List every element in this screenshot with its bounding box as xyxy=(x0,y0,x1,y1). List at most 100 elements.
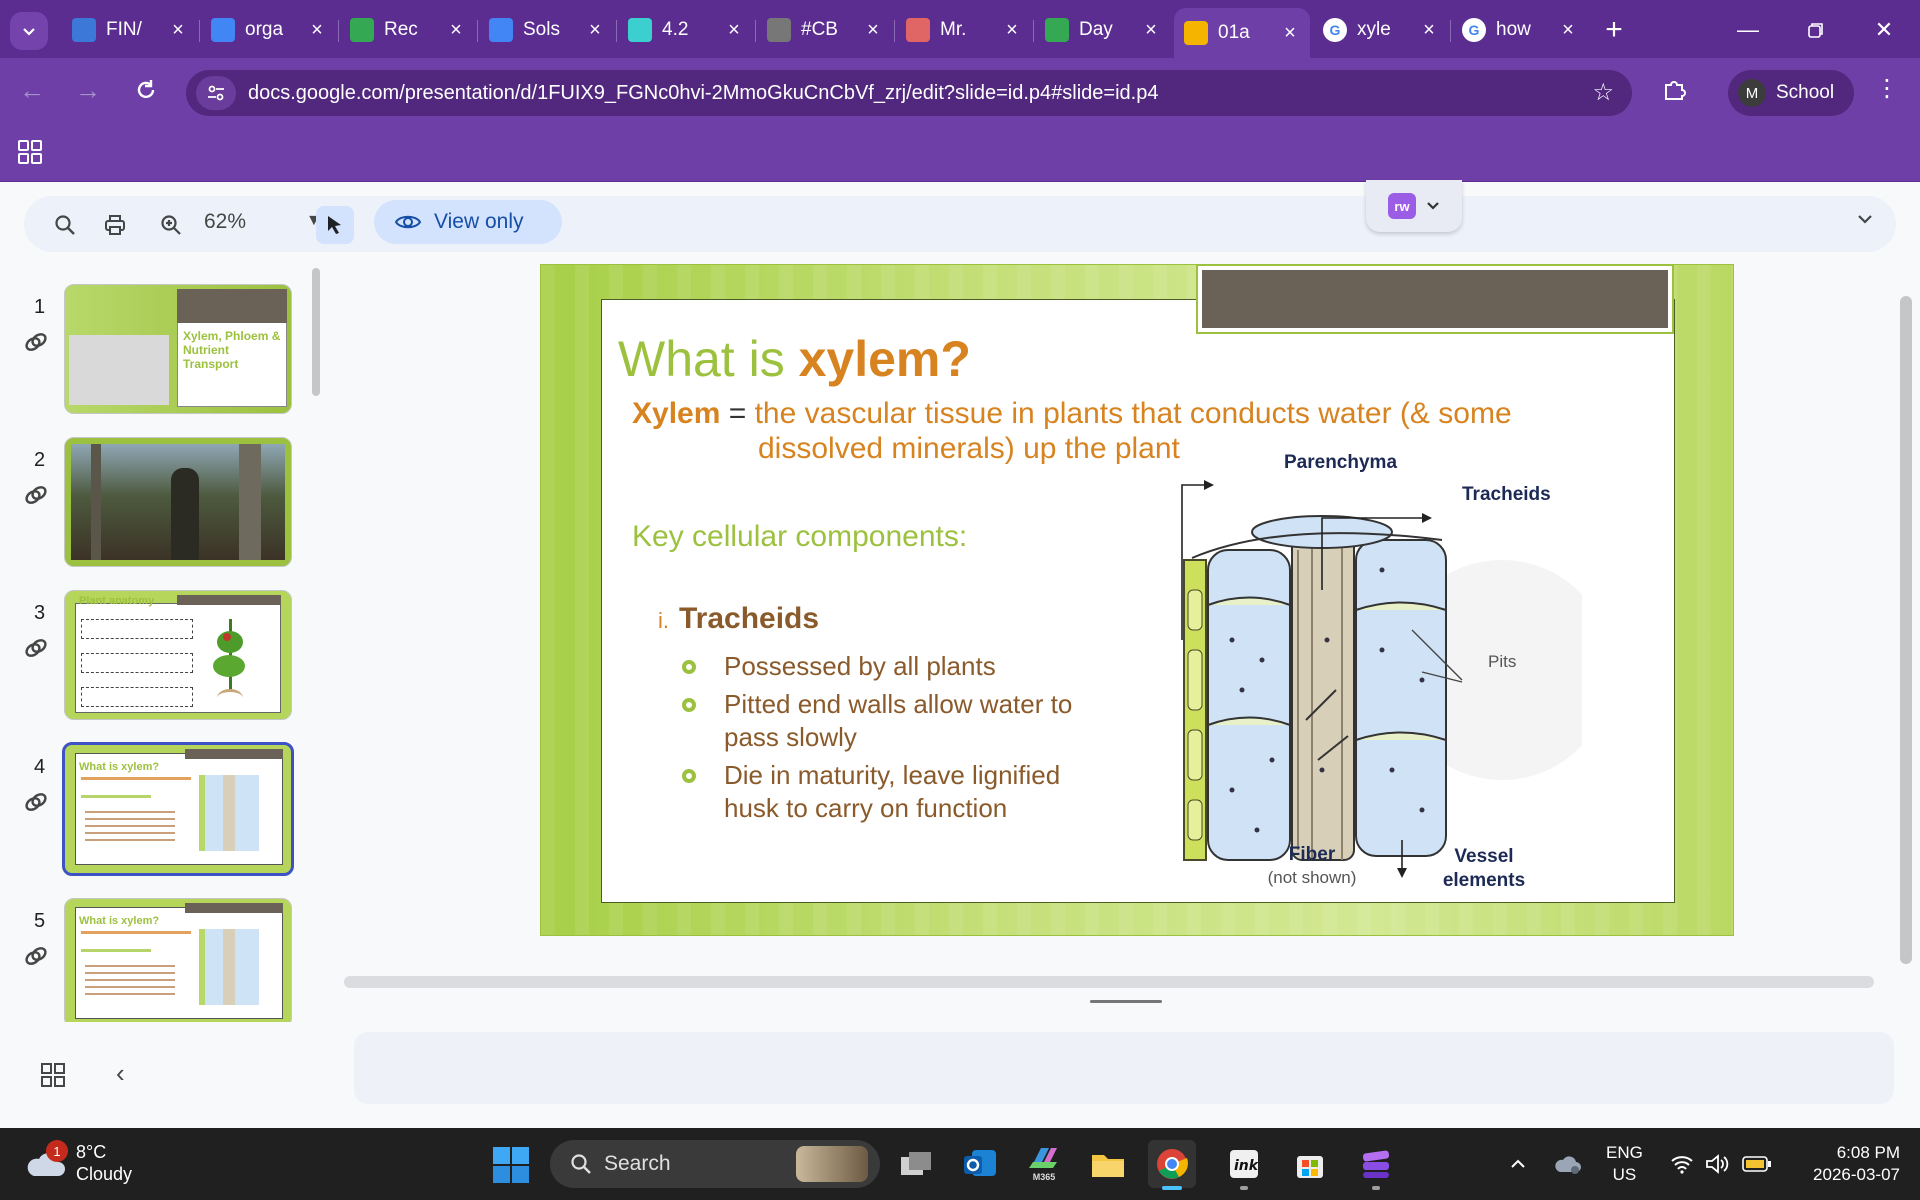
search-icon xyxy=(55,215,75,235)
browser-tab[interactable]: orga × xyxy=(201,8,337,52)
volume-icon[interactable] xyxy=(1704,1128,1730,1200)
minimize-button[interactable]: — xyxy=(1720,10,1776,50)
new-tab-button[interactable]: + xyxy=(1596,12,1632,48)
close-window-button[interactable]: ✕ xyxy=(1856,10,1912,50)
print-button[interactable] xyxy=(96,206,134,244)
tab-label: orga xyxy=(245,19,284,40)
browser-tab[interactable]: #CB × xyxy=(757,8,893,52)
system-clock[interactable]: 6:08 PM 2026-03-07 xyxy=(1790,1142,1900,1186)
notes-resize-handle[interactable] xyxy=(1090,1000,1162,1003)
apps-grid-icon[interactable] xyxy=(16,138,44,166)
close-tab-icon[interactable]: × xyxy=(863,19,883,42)
thumbnail-row-1[interactable]: 1 Xylem, Phloem & Nutrient Transport xyxy=(0,282,330,416)
browser-tab[interactable]: Gxyle × xyxy=(1313,8,1449,52)
browser-tab[interactable]: Day × xyxy=(1035,8,1171,52)
inkscape-icon[interactable]: ink xyxy=(1220,1140,1268,1190)
restore-icon xyxy=(1808,23,1823,38)
link-icon xyxy=(25,333,47,351)
thumbnail-title: Plant anatomy xyxy=(79,595,155,607)
close-tab-icon[interactable]: × xyxy=(307,19,327,42)
link-icon xyxy=(25,793,47,811)
thumbnail-title: Xylem, Phloem & Nutrient Transport xyxy=(183,329,281,371)
bookmark-star-icon[interactable]: ☆ xyxy=(1592,78,1614,107)
clipchamp-icon[interactable] xyxy=(1352,1140,1400,1190)
canvas-vertical-scrollbar[interactable] xyxy=(1900,296,1912,964)
slide-thumbnail[interactable]: What is xylem? xyxy=(64,898,292,1022)
browser-tab[interactable]: Mr. × xyxy=(896,8,1032,52)
restore-button[interactable] xyxy=(1788,10,1844,50)
slide-thumbnail[interactable]: Plant anatomy xyxy=(64,590,292,720)
thumbnail-title: What is xylem? xyxy=(79,761,160,773)
browser-tab[interactable]: Ghow × xyxy=(1452,8,1588,52)
slide-thumbnail-selected[interactable]: What is xylem? xyxy=(62,742,294,876)
classroom-icon xyxy=(72,18,96,42)
show-hidden-icons[interactable] xyxy=(1508,1128,1528,1200)
taskbar-search[interactable]: Search xyxy=(550,1140,880,1188)
close-tab-icon[interactable]: × xyxy=(1280,22,1300,45)
back-button[interactable]: ← xyxy=(14,72,50,108)
search-button[interactable] xyxy=(46,206,84,244)
docs-icon xyxy=(211,18,235,42)
browser-menu-icon[interactable]: ⋮ xyxy=(1872,74,1902,103)
chevron-up-icon xyxy=(1511,1159,1525,1168)
select-tool-button[interactable] xyxy=(316,206,354,244)
collapse-toolbar-icon[interactable] xyxy=(1856,210,1874,234)
site-info-icon[interactable] xyxy=(196,76,236,110)
thumbnail-row-3[interactable]: 3 Plant anatomy xyxy=(0,588,330,722)
weather-widget[interactable]: 1 8°C Cloudy xyxy=(24,1140,174,1190)
speaker-notes-panel[interactable] xyxy=(354,1032,1894,1104)
browser-tab[interactable]: Sols × xyxy=(479,8,615,52)
browser-tab[interactable]: FIN/ × xyxy=(62,8,198,52)
browser-tab[interactable]: 4.2 × xyxy=(618,8,754,52)
zoom-button[interactable] xyxy=(152,206,190,244)
extensions-puzzle-icon[interactable] xyxy=(1656,72,1692,108)
filmstrip-scrollbar[interactable] xyxy=(312,268,320,396)
windows-start-icon[interactable] xyxy=(492,1146,530,1184)
slides-icon xyxy=(1184,21,1208,45)
close-tab-icon[interactable]: × xyxy=(1141,19,1161,42)
forward-button[interactable]: → xyxy=(70,72,106,108)
readwrite-extension-button[interactable]: rw xyxy=(1366,180,1462,232)
grid-view-icon[interactable] xyxy=(40,1062,66,1088)
view-only-button[interactable]: View only xyxy=(374,200,562,244)
close-tab-icon[interactable]: × xyxy=(1002,19,1022,42)
m365-icon[interactable]: M365 xyxy=(1020,1140,1068,1188)
slide-thumbnail[interactable]: Xylem, Phloem & Nutrient Transport xyxy=(64,284,292,414)
tab-search-button[interactable] xyxy=(10,12,48,50)
slide-thumbnail[interactable] xyxy=(64,437,292,567)
zoom-level[interactable]: 62% xyxy=(204,210,246,234)
collapse-filmstrip-icon[interactable]: ‹ xyxy=(116,1058,125,1089)
thumbnail-row-2[interactable]: 2 xyxy=(0,435,330,569)
drive-icon xyxy=(350,18,374,42)
close-tab-icon[interactable]: × xyxy=(1419,19,1439,42)
close-tab-icon[interactable]: × xyxy=(168,19,188,42)
task-view-icon[interactable] xyxy=(892,1140,940,1188)
m365-label: M365 xyxy=(1032,1172,1056,1182)
definition-line-1: the vascular tissue in plants that condu… xyxy=(754,397,1512,430)
battery-icon[interactable] xyxy=(1742,1128,1772,1200)
wifi-icon[interactable] xyxy=(1670,1128,1694,1200)
thumbnail-row-5[interactable]: 5 What is xylem? xyxy=(0,896,330,1022)
tab-label: 4.2 xyxy=(662,19,689,40)
quizlet-icon xyxy=(628,18,652,42)
microsoft-store-icon[interactable] xyxy=(1286,1140,1334,1188)
canvas-horizontal-scrollbar[interactable] xyxy=(344,976,1874,988)
browser-tab[interactable]: Rec × xyxy=(340,8,476,52)
onedrive-icon[interactable] xyxy=(1554,1128,1582,1200)
close-tab-icon[interactable]: × xyxy=(585,19,605,42)
address-bar[interactable]: docs.google.com/presentation/d/1FUIX9_FG… xyxy=(186,70,1632,116)
outlook-icon[interactable] xyxy=(956,1140,1004,1188)
bullet-text: Possessed by all plants xyxy=(724,651,996,681)
thumbnail-row-4[interactable]: 4 What is xylem? xyxy=(0,742,330,876)
close-tab-icon[interactable]: × xyxy=(1558,19,1578,42)
readwrite-logo-icon: rw xyxy=(1388,193,1416,219)
browser-tab[interactable]: 01a × xyxy=(1174,8,1310,58)
chrome-icon[interactable] xyxy=(1148,1140,1196,1190)
close-tab-icon[interactable]: × xyxy=(724,19,744,42)
temperature: 8°C xyxy=(76,1142,107,1162)
file-explorer-icon[interactable] xyxy=(1084,1140,1132,1188)
close-tab-icon[interactable]: × xyxy=(446,19,466,42)
profile-button[interactable]: M School xyxy=(1728,70,1854,116)
language-indicator[interactable]: ENG US xyxy=(1606,1142,1643,1186)
reload-button[interactable] xyxy=(128,72,164,108)
